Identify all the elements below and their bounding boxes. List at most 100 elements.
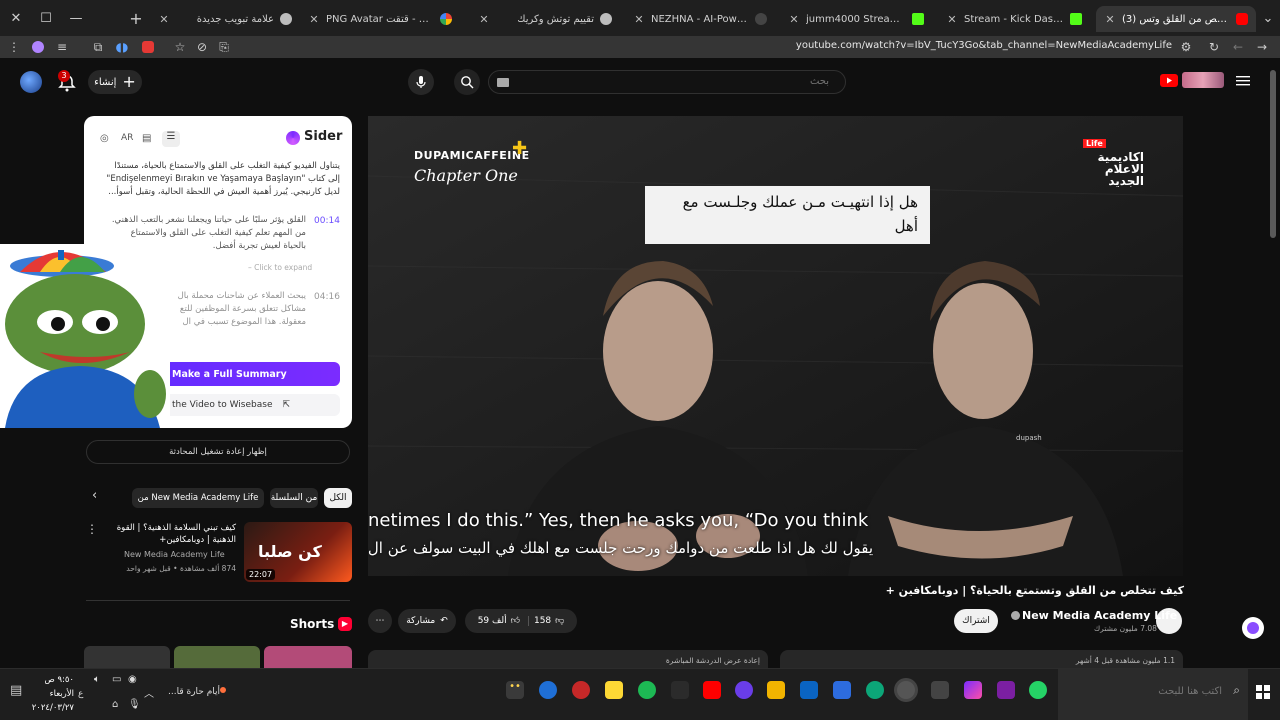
taskbar-app-icon[interactable] bbox=[605, 681, 623, 699]
taskbar-search-input[interactable] bbox=[1072, 686, 1222, 697]
short-thumbnail[interactable] bbox=[84, 646, 170, 668]
extensions-puzzle-icon[interactable]: ⧉ bbox=[90, 39, 106, 55]
playlist-icon[interactable]: ≡ bbox=[54, 39, 70, 55]
taskbar-app-icon[interactable] bbox=[997, 681, 1015, 699]
taskbar-app-icon[interactable] bbox=[539, 681, 557, 699]
chip-from-series[interactable]: من السلسلة bbox=[270, 488, 318, 508]
microphone-tray-icon[interactable]: 🎙︎ bbox=[128, 699, 141, 710]
chrome-active-icon[interactable] bbox=[897, 681, 915, 699]
reload-icon[interactable]: ↻ bbox=[1206, 39, 1222, 55]
tab-kick-watch[interactable]: ✕ jumm4000 Stream - Watch Live bbox=[780, 6, 932, 32]
copilot-icon[interactable] bbox=[964, 681, 982, 699]
keyboard-icon[interactable] bbox=[497, 78, 509, 87]
avatar[interactable] bbox=[20, 71, 42, 93]
chip-all[interactable]: الكل bbox=[324, 488, 352, 508]
volume-icon[interactable]: 🔈︎ bbox=[94, 674, 100, 685]
taskbar-app-icon[interactable] bbox=[572, 681, 590, 699]
window-close-icon[interactable]: ✕ bbox=[6, 8, 26, 28]
sider-float-button[interactable] bbox=[1242, 617, 1264, 639]
video-player[interactable]: DUPAMICAFFEINE ✚ Chapter One Life اكاديم… bbox=[368, 116, 1183, 576]
youtube-logo-icon[interactable] bbox=[1160, 74, 1178, 87]
back-icon[interactable]: → bbox=[1254, 39, 1270, 55]
tab-google-search[interactable]: ✕ PNG Avatar قتقت - Google Sear bbox=[300, 6, 460, 32]
tab-youtube-active[interactable]: ✕ (3) كيف تتخلص من القلق وتس bbox=[1096, 6, 1256, 32]
click-to-expand-link[interactable]: – Click to expand bbox=[248, 263, 312, 272]
menu-dots-icon[interactable]: ⋮ bbox=[6, 39, 22, 55]
close-icon[interactable]: ✕ bbox=[946, 13, 958, 26]
tab-new-tab[interactable]: ✕ علامة تبويب جديدة bbox=[150, 6, 300, 32]
close-icon[interactable]: ✕ bbox=[478, 13, 490, 26]
new-tab-button[interactable]: + bbox=[126, 8, 146, 28]
notifications-center-icon[interactable]: ▤ bbox=[10, 683, 22, 698]
site-settings-icon[interactable]: ⚙ bbox=[1178, 39, 1194, 55]
subtitles-icon[interactable]: ▤ bbox=[142, 133, 151, 144]
recommended-video-thumbnail[interactable]: كن صلبا 22:07 bbox=[244, 522, 352, 582]
tab-kick-dashboard[interactable]: ✕ Stream - Kick Dashboard bbox=[938, 6, 1090, 32]
close-icon[interactable]: ✕ bbox=[158, 13, 170, 26]
address-bar-url[interactable]: youtube.com/watch?v=IbV_TucY3Go&tab_chan… bbox=[796, 40, 1172, 51]
close-icon[interactable]: ✕ bbox=[1104, 13, 1116, 26]
hamburger-menu-icon[interactable] bbox=[1236, 74, 1252, 88]
subscribe-button[interactable]: اشتراك bbox=[954, 609, 998, 633]
location-icon[interactable]: ⌂ bbox=[112, 699, 118, 710]
system-clock[interactable]: ٩:٥٠ ص الأربعاء ٢٠٢٤/٠٣/٢٧ bbox=[30, 673, 74, 715]
like-button[interactable]: 59 ألف 👍︎ bbox=[478, 616, 529, 626]
dislike-button[interactable]: 158 👎︎ bbox=[534, 616, 564, 626]
tray-chevron-icon[interactable]: ︿ bbox=[144, 685, 154, 700]
file-explorer-icon[interactable] bbox=[767, 681, 785, 699]
taskbar-app-icon[interactable] bbox=[931, 681, 949, 699]
voice-search-button[interactable] bbox=[408, 69, 434, 95]
input-language[interactable]: ع bbox=[78, 689, 83, 699]
recommended-video-title[interactable]: كيف تبني السلامة الذهنية؟ | القوة الذهني… bbox=[104, 522, 236, 546]
install-app-icon[interactable]: ⎘ bbox=[216, 39, 232, 55]
spotify-icon[interactable] bbox=[638, 681, 656, 699]
more-actions-button[interactable]: ⋯ bbox=[368, 609, 392, 633]
eye-off-icon[interactable]: ⊘ bbox=[194, 39, 210, 55]
windows-start-icon[interactable] bbox=[1256, 685, 1270, 699]
taskbar-app-icon[interactable]: •• bbox=[506, 681, 524, 699]
language-selector[interactable]: AR bbox=[121, 133, 133, 143]
close-icon[interactable]: ✕ bbox=[788, 13, 800, 26]
live-chat-replay-teaser[interactable]: إعادة عرض الدردشة المباشرة bbox=[368, 650, 768, 668]
timestamp-link[interactable]: 04:16 bbox=[314, 292, 340, 302]
page-scrollbar-thumb[interactable] bbox=[1270, 70, 1276, 238]
share-button[interactable]: مشاركة ↶ bbox=[398, 609, 456, 633]
taskbar-app-icon[interactable] bbox=[671, 681, 689, 699]
network-icon[interactable]: ◉ bbox=[128, 674, 137, 685]
red-extension-icon[interactable] bbox=[140, 39, 156, 55]
store-icon[interactable] bbox=[833, 681, 851, 699]
short-thumbnail[interactable] bbox=[174, 646, 260, 668]
short-thumbnail[interactable] bbox=[264, 646, 352, 668]
more-options-icon[interactable]: ⋮ bbox=[86, 522, 98, 536]
tab-search-icon[interactable]: ⌄ bbox=[1258, 8, 1278, 28]
close-icon[interactable]: ✕ bbox=[633, 13, 645, 26]
search-button[interactable] bbox=[454, 69, 480, 95]
tab-nezhna[interactable]: ✕ NEZHNA - AI-Powered Live Stre bbox=[625, 6, 775, 32]
battery-icon[interactable]: ▭ bbox=[112, 674, 121, 685]
window-maximize-icon[interactable]: ☐ bbox=[36, 8, 56, 28]
search-input[interactable] bbox=[529, 76, 829, 87]
channel-name[interactable]: New Media Academy Life bbox=[1022, 609, 1177, 622]
weather-widget[interactable]: أيام حارة قا... bbox=[168, 687, 220, 697]
timestamp-link[interactable]: 00:14 bbox=[314, 216, 340, 226]
audio-extension-icon[interactable]: ◖◗ bbox=[114, 39, 130, 55]
description-teaser[interactable]: 1.1 مليون مشاهدة قبل 4 أشهر bbox=[780, 650, 1183, 668]
show-chat-replay-button[interactable]: إظهار إعادة تشغيل المحادثة bbox=[86, 440, 350, 464]
bookmark-star-icon[interactable]: ☆ bbox=[172, 39, 188, 55]
outlook-icon[interactable] bbox=[800, 681, 818, 699]
recommended-video-channel[interactable]: New Media Academy Life bbox=[124, 550, 225, 559]
taskbar-search-box[interactable]: ⌕ bbox=[1058, 669, 1248, 720]
create-button[interactable]: إنشاء + bbox=[88, 70, 142, 94]
forward-icon[interactable]: ← bbox=[1230, 39, 1246, 55]
window-minimize-icon[interactable]: — bbox=[66, 8, 86, 28]
chip-from-channel[interactable]: من New Media Academy Life bbox=[132, 488, 264, 508]
youtube-doodle-logo[interactable] bbox=[1182, 72, 1224, 88]
whatsapp-icon[interactable] bbox=[1029, 681, 1047, 699]
tab-rating[interactable]: ✕ تقييم توتش وكريك bbox=[470, 6, 620, 32]
chevron-left-icon[interactable]: ‹ bbox=[92, 488, 97, 503]
close-icon[interactable]: ✕ bbox=[308, 13, 320, 26]
edge-icon[interactable] bbox=[866, 681, 884, 699]
extension-purple-icon[interactable] bbox=[30, 39, 46, 55]
search-box[interactable] bbox=[488, 70, 846, 94]
settings-icon[interactable]: ◎ bbox=[100, 133, 109, 144]
